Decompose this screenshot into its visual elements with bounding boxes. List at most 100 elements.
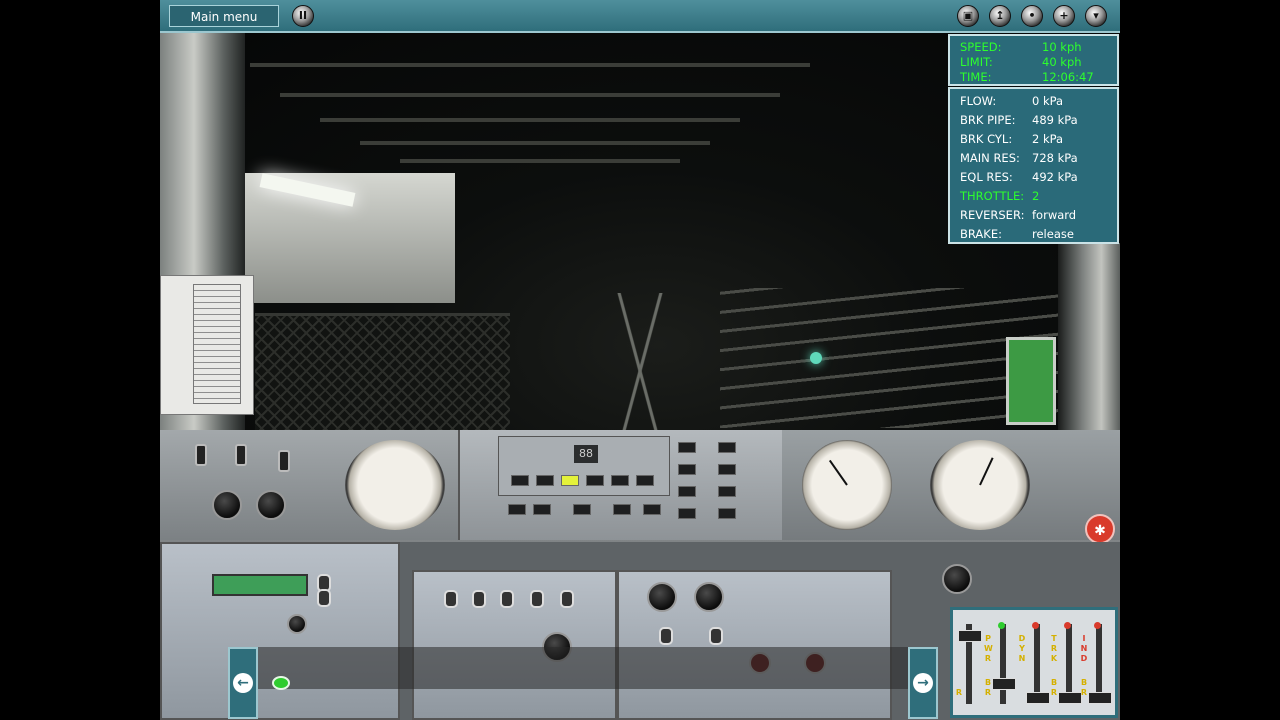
control-knob[interactable] xyxy=(647,582,677,612)
keypad-key[interactable] xyxy=(636,475,654,486)
arrow-right-icon: → xyxy=(913,673,933,693)
keypad-key[interactable] xyxy=(508,504,526,515)
toggle-switch[interactable] xyxy=(500,590,514,608)
toggle-switch[interactable] xyxy=(444,590,458,608)
camera-icon[interactable]: ↥ xyxy=(989,5,1011,27)
timetable-binder[interactable] xyxy=(160,275,254,415)
game-viewport: 88 ✱ ← → Main menu II ▣ ↥ • + ▾ SPEED: 1… xyxy=(160,0,1120,720)
pwr-led xyxy=(998,622,1005,629)
radio-lcd xyxy=(212,574,308,596)
zoom-in-icon[interactable]: + xyxy=(1053,5,1075,27)
hud-speed-panel: SPEED: 10 kph LIMIT: 40 kph TIME: 12:06:… xyxy=(948,34,1119,86)
hud-value: release xyxy=(1032,227,1074,241)
cab-pillar-right xyxy=(1058,243,1120,433)
hud-label: SPEED: xyxy=(960,40,1002,54)
switch-panel xyxy=(412,570,617,720)
keypad-key[interactable] xyxy=(573,504,591,515)
keypad-key[interactable] xyxy=(678,464,696,475)
toggle-switch[interactable] xyxy=(560,590,574,608)
chain-fence xyxy=(255,313,510,436)
hud-label: THROTTLE: xyxy=(960,189,1025,203)
ceiling-beam xyxy=(400,159,680,163)
control-knob[interactable] xyxy=(256,490,286,520)
slider-label: TRK xyxy=(1050,634,1058,663)
keypad-key[interactable] xyxy=(678,442,696,453)
dyn-led xyxy=(1032,622,1039,629)
bug-report-icon[interactable]: ✱ xyxy=(1085,514,1115,544)
keypad-key[interactable] xyxy=(718,508,736,519)
radio-knob[interactable] xyxy=(287,614,307,634)
left-console xyxy=(160,430,460,540)
hud-label: FLOW: xyxy=(960,94,997,108)
ind-led xyxy=(1094,622,1101,629)
dynamic-brake-handle[interactable] xyxy=(1026,692,1050,704)
radio-panel xyxy=(160,542,400,720)
keypad-key[interactable] xyxy=(586,475,604,486)
hud-label: BRK CYL: xyxy=(960,132,1013,146)
keypad-key[interactable] xyxy=(718,442,736,453)
hud-status-panel: FLOW: 0 kPa BRK PIPE: 489 kPa BRK CYL: 2 kPa M… xyxy=(948,87,1119,244)
toggle-switch[interactable] xyxy=(472,590,486,608)
keypad-key[interactable] xyxy=(718,486,736,497)
keypad-key[interactable] xyxy=(611,475,629,486)
train-brake-handle[interactable] xyxy=(1058,692,1082,704)
right-console xyxy=(782,430,1120,540)
hud-value: 492 kPa xyxy=(1032,170,1078,184)
air-pressure-gauge xyxy=(930,440,1030,530)
toggle-switch[interactable] xyxy=(195,444,207,466)
slider-bottom-label: R xyxy=(955,688,963,697)
status-indicator xyxy=(272,676,290,690)
slider-bottom-label: BR xyxy=(1050,678,1058,697)
toggle-switch[interactable] xyxy=(278,450,290,472)
independent-brake-handle[interactable] xyxy=(1088,692,1112,704)
keypad-key[interactable] xyxy=(643,504,661,515)
hud-value: 728 kPa xyxy=(1032,151,1078,165)
pause-icon[interactable]: II xyxy=(292,5,314,27)
control-knob[interactable] xyxy=(694,582,724,612)
ceiling-beam xyxy=(360,141,710,145)
indicator-panel xyxy=(617,570,892,720)
toggle-switch[interactable] xyxy=(709,627,723,645)
toggle-switch[interactable] xyxy=(659,627,673,645)
throttle-handle[interactable] xyxy=(992,678,1016,690)
sphere-icon[interactable]: • xyxy=(1021,5,1043,27)
toggle-switch[interactable] xyxy=(235,444,247,466)
hud-value: 12:06:47 xyxy=(1042,70,1094,84)
center-console: 88 xyxy=(458,430,787,540)
hud-value: 10 kph xyxy=(1042,40,1082,54)
cabview-icon[interactable]: ▣ xyxy=(957,5,979,27)
control-knob[interactable] xyxy=(212,490,242,520)
toggle-switch[interactable] xyxy=(530,590,544,608)
keypad-key[interactable] xyxy=(533,504,551,515)
top-toolbar: Main menu II ▣ ↥ • + ▾ xyxy=(160,0,1120,33)
hud-label: EQL RES: xyxy=(960,170,1013,184)
slider-bottom-label: BR xyxy=(984,678,992,697)
slider-label: DYN xyxy=(1018,634,1026,663)
throttle-track xyxy=(1000,624,1006,704)
keypad-key[interactable] xyxy=(511,475,529,486)
prev-panel-button[interactable]: ← xyxy=(228,647,258,719)
keypad-key[interactable] xyxy=(536,475,554,486)
digit-display: 88 xyxy=(574,445,598,463)
zoom-out-icon[interactable]: ▾ xyxy=(1085,5,1107,27)
main-menu-button[interactable]: Main menu xyxy=(169,5,279,27)
reverser-handle[interactable] xyxy=(958,630,982,642)
slider-label: PWR xyxy=(984,634,993,663)
hud-label: BRK PIPE: xyxy=(960,113,1016,127)
hud-label: REVERSER: xyxy=(960,208,1025,222)
keypad-key[interactable] xyxy=(561,475,579,486)
next-panel-button[interactable]: → xyxy=(908,647,938,719)
control-knob[interactable] xyxy=(942,564,972,594)
keypad-key[interactable] xyxy=(613,504,631,515)
keypad-panel: 88 xyxy=(498,436,670,496)
hud-value: 489 kPa xyxy=(1032,113,1078,127)
wall-sign xyxy=(1006,337,1056,425)
toggle-switch[interactable] xyxy=(317,589,331,607)
keypad-key[interactable] xyxy=(678,486,696,497)
keypad-key[interactable] xyxy=(678,508,696,519)
hud-value: forward xyxy=(1032,208,1077,222)
hud-value: 0 kPa xyxy=(1032,94,1064,108)
hud-label: BRAKE: xyxy=(960,227,1002,241)
controls-strip xyxy=(230,647,910,689)
keypad-key[interactable] xyxy=(718,464,736,475)
